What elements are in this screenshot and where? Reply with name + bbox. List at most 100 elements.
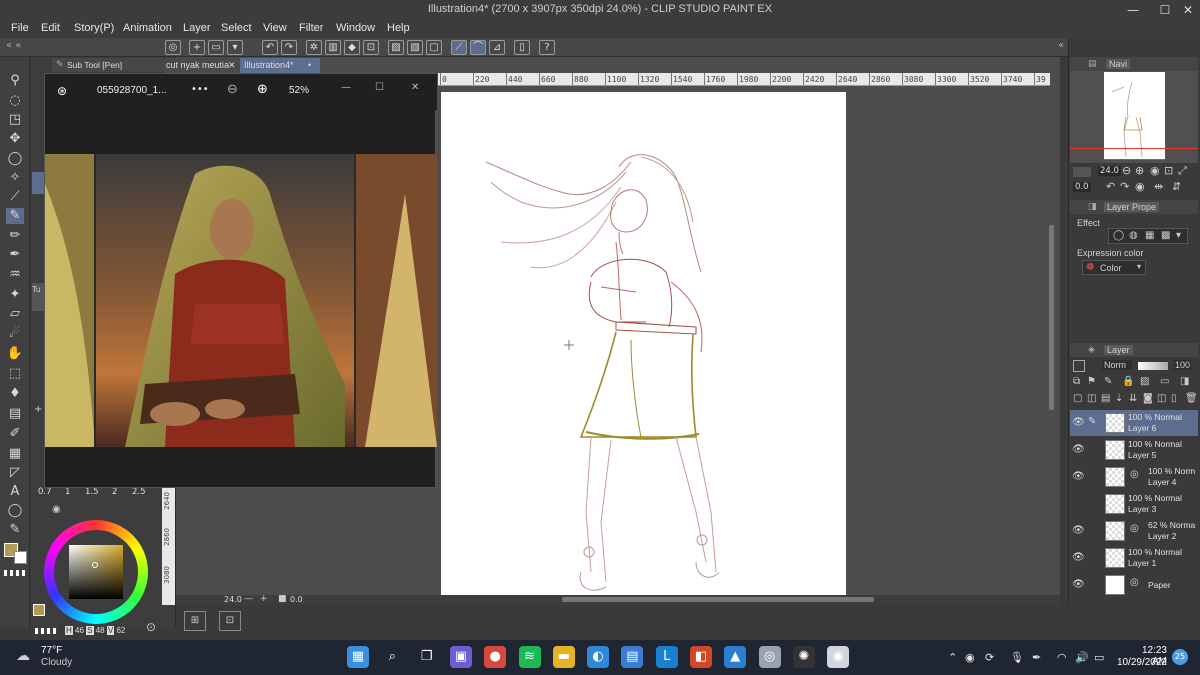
reference-icon[interactable]: ⚑ bbox=[1087, 376, 1096, 387]
blend-finger-icon[interactable]: ✋ bbox=[6, 346, 24, 362]
new-raster-icon[interactable]: ▢ bbox=[1073, 393, 1082, 404]
menu-file[interactable]: File bbox=[11, 22, 29, 34]
menu-animation[interactable]: Animation bbox=[123, 22, 172, 34]
effect-more-icon[interactable]: ▾ bbox=[1176, 230, 1181, 241]
new-vector-icon[interactable]: ◫ bbox=[1087, 393, 1096, 404]
nav-fit-icon[interactable]: ⊡ bbox=[1164, 164, 1173, 177]
layer-row-layer-1[interactable]: 👁 100 % Normal Layer 1 bbox=[1070, 545, 1198, 571]
brush-size-4[interactable]: 2.5 bbox=[132, 487, 146, 497]
weather-desc[interactable]: Cloudy bbox=[41, 657, 72, 668]
weather-cloud-icon[interactable]: ☁ bbox=[16, 648, 30, 664]
layer-row-layer-3[interactable]: 100 % Normal Layer 3 bbox=[1070, 491, 1198, 517]
nav-fit-window-icon[interactable]: ⤢ bbox=[1178, 164, 1187, 178]
frame-border-icon[interactable]: ▦ bbox=[6, 446, 24, 462]
merge-icon[interactable]: ⇊ bbox=[1129, 393, 1137, 404]
apply-mask-icon[interactable]: ◫ bbox=[1157, 393, 1166, 404]
ruler-tool-icon[interactable]: ◸ bbox=[6, 465, 24, 481]
more-options-icon[interactable]: ••• bbox=[191, 84, 209, 95]
menu-edit[interactable]: Edit bbox=[41, 22, 60, 34]
effect-extract-icon[interactable]: ▩ bbox=[1161, 230, 1170, 241]
brush-size-1[interactable]: 1 bbox=[65, 487, 70, 497]
correct-line-icon[interactable]: ✎ bbox=[6, 522, 24, 538]
help-icon[interactable]: ? bbox=[539, 40, 555, 55]
visibility-eye-icon[interactable]: 👁 bbox=[1072, 579, 1085, 590]
layer-panel-tab[interactable]: Layer bbox=[1104, 345, 1133, 355]
clip-studio-icon[interactable]: ◎ bbox=[165, 40, 181, 55]
zoom-tool-icon[interactable]: ⚲ bbox=[6, 73, 24, 89]
volume-icon[interactable]: 🔊 bbox=[1075, 651, 1089, 664]
menu-filter[interactable]: Filter bbox=[299, 22, 323, 34]
file-explorer-app[interactable]: ▬ bbox=[552, 646, 575, 668]
notification-badge[interactable]: 25 bbox=[1172, 649, 1188, 665]
paper-icon[interactable]: ▯ bbox=[1171, 393, 1177, 404]
opacity-slider[interactable] bbox=[1138, 362, 1168, 370]
redo-icon[interactable]: ↷ bbox=[281, 40, 297, 55]
collapse-left-icon[interactable]: « « bbox=[6, 40, 21, 51]
decoration-icon[interactable]: ✦ bbox=[6, 287, 24, 303]
blend-icon[interactable]: ☄ bbox=[6, 326, 24, 342]
paint-bucket-icon[interactable]: ♦ bbox=[6, 386, 24, 402]
readout-main-color[interactable] bbox=[33, 604, 45, 616]
spinner-icon[interactable]: ✲ bbox=[306, 40, 322, 55]
readout-transparent[interactable] bbox=[35, 628, 57, 634]
minimize-button[interactable]: — bbox=[1125, 2, 1141, 18]
nav-reset-rotation-icon[interactable]: ◉ bbox=[1135, 180, 1145, 193]
pen-menu-icon[interactable]: ✒ bbox=[1032, 651, 1041, 664]
transfer-icon[interactable]: ⇣ bbox=[1115, 393, 1123, 404]
menu-select[interactable]: Select bbox=[221, 22, 252, 34]
clip-icon[interactable]: ⧉ bbox=[1073, 376, 1080, 387]
microphone-icon[interactable]: 🎙 bbox=[1010, 651, 1024, 664]
photo-viewer-window[interactable]: ⊛ 055928700_1... ••• ⊖ ⊕ 52% — ☐ ✕ bbox=[44, 73, 437, 488]
magic-wand-icon[interactable]: ✧ bbox=[6, 170, 24, 186]
eraser-icon[interactable]: ▱ bbox=[6, 306, 24, 322]
balloon-tool-icon[interactable]: ◯ bbox=[6, 503, 24, 519]
nav-zoom-slider[interactable] bbox=[1073, 167, 1091, 177]
layer-property-tab[interactable]: Layer Prope bbox=[1104, 202, 1160, 212]
fill-tool-icon[interactable]: ⬚ bbox=[6, 366, 24, 382]
nav-flip-v-icon[interactable]: ⇵ bbox=[1172, 180, 1181, 193]
tool-tab-partial[interactable]: Tu bbox=[32, 283, 44, 311]
curve-snap-icon[interactable]: ⌒ bbox=[470, 40, 486, 55]
fit-button[interactable]: ■ bbox=[278, 594, 287, 604]
tab-close-icon[interactable]: • bbox=[308, 58, 311, 73]
weather-temp[interactable]: 77°F bbox=[41, 645, 62, 656]
layer-row-layer-4[interactable]: 👁 ◎ 100 % Norm Layer 4 bbox=[1070, 464, 1198, 490]
crop-icon[interactable]: ⊡ bbox=[363, 40, 379, 55]
tab-illustration4[interactable]: Illustration4* • bbox=[240, 58, 320, 73]
new-icon[interactable]: + bbox=[189, 40, 205, 55]
draft-icon[interactable]: ✎ bbox=[1104, 376, 1112, 387]
horizontal-scrollbar[interactable] bbox=[562, 597, 874, 602]
opacity-value[interactable]: 100 bbox=[1174, 360, 1192, 370]
selection-invert-icon[interactable]: ▧ bbox=[407, 40, 423, 55]
canvas-rotation-value[interactable]: 0.0 bbox=[290, 595, 303, 604]
add-icon[interactable]: + bbox=[34, 404, 42, 415]
chat-app[interactable]: ▣ bbox=[449, 646, 472, 668]
mask-icon[interactable]: ▭ bbox=[1160, 376, 1169, 387]
menu-layer[interactable]: Layer bbox=[183, 22, 211, 34]
viewer-maximize-button[interactable]: ☐ bbox=[375, 82, 384, 93]
visibility-eye-icon[interactable]: 👁 bbox=[1072, 525, 1085, 536]
ruler-show-icon[interactable]: ◨ bbox=[1180, 376, 1189, 387]
nav-actual-size-icon[interactable]: ◉ bbox=[1150, 164, 1160, 177]
effect-watercolor-icon[interactable]: ◍ bbox=[1129, 230, 1138, 241]
ruler-snap-icon[interactable]: ⟋ bbox=[451, 40, 467, 55]
photos-app[interactable]: ▲ bbox=[724, 646, 747, 668]
nav-flip-h-icon[interactable]: ⇹ bbox=[1154, 180, 1163, 193]
selection-off-icon[interactable]: ▨ bbox=[388, 40, 404, 55]
menu-help[interactable]: Help bbox=[387, 22, 410, 34]
frame-icon[interactable]: ⊡ bbox=[219, 611, 241, 631]
viewer-minimize-button[interactable]: — bbox=[341, 82, 351, 93]
open-icon[interactable]: ▭ bbox=[208, 40, 224, 55]
edge-app[interactable]: ◐ bbox=[587, 646, 610, 668]
nav-rotation-value[interactable]: 0.0 bbox=[1073, 182, 1091, 192]
lock-icon[interactable]: 🔒 bbox=[1122, 376, 1134, 387]
clip-studio-launcher-app[interactable]: ◎ bbox=[758, 646, 781, 668]
select-layer-icon[interactable]: ◳ bbox=[6, 112, 24, 128]
operation-tool-icon[interactable]: ◌ bbox=[6, 93, 24, 109]
eyedropper-icon[interactable]: ⟋ bbox=[6, 189, 24, 205]
clock-date[interactable]: 10/29/2022 bbox=[1115, 657, 1167, 668]
office-app[interactable]: ◧ bbox=[690, 646, 712, 668]
color-square[interactable] bbox=[69, 545, 123, 599]
nav-zoom-in-icon[interactable]: ⊕ bbox=[1135, 164, 1144, 177]
gradient-icon[interactable]: ▤ bbox=[6, 406, 24, 422]
